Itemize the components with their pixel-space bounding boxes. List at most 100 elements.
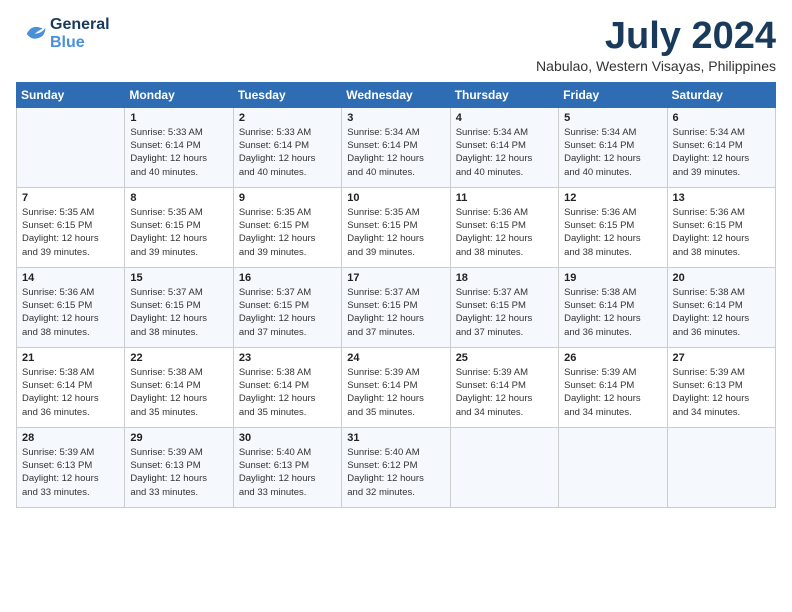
day-info: Sunrise: 5:39 AM Sunset: 6:13 PM Dayligh…: [130, 446, 227, 499]
day-info: Sunrise: 5:39 AM Sunset: 6:13 PM Dayligh…: [673, 366, 770, 419]
calendar-cell: 22 Sunrise: 5:38 AM Sunset: 6:14 PM Dayli…: [125, 347, 233, 427]
calendar-table: SundayMondayTuesdayWednesdayThursdayFrid…: [16, 82, 776, 508]
column-header-monday: Monday: [125, 82, 233, 107]
day-number: 4: [456, 112, 553, 124]
day-number: 19: [564, 272, 661, 284]
location: Nabulao, Western Visayas, Philippines: [536, 58, 776, 74]
day-info: Sunrise: 5:35 AM Sunset: 6:15 PM Dayligh…: [130, 206, 227, 259]
day-number: 2: [239, 112, 336, 124]
calendar-cell: 31Sunrise: 5:40 AM Sunset: 6:12 PM Dayli…: [342, 427, 450, 507]
column-header-sunday: Sunday: [17, 82, 125, 107]
day-info: Sunrise: 5:39 AM Sunset: 6:14 PM Dayligh…: [347, 366, 444, 419]
day-info: Sunrise: 5:36 AM Sunset: 6:15 PM Dayligh…: [22, 286, 119, 339]
calendar-cell: 12 Sunrise: 5:36 AM Sunset: 6:15 PM Dayli…: [559, 187, 667, 267]
day-info: Sunrise: 5:38 AM Sunset: 6:14 PM Dayligh…: [130, 366, 227, 419]
day-info: Sunrise: 5:39 AM Sunset: 6:13 PM Dayligh…: [22, 446, 119, 499]
calendar-cell: 30 Sunrise: 5:40 AM Sunset: 6:13 PM Dayli…: [233, 427, 341, 507]
day-number: 1: [130, 112, 227, 124]
calendar-week-row: 28 Sunrise: 5:39 AM Sunset: 6:13 PM Dayli…: [17, 427, 776, 507]
calendar-cell: 8 Sunrise: 5:35 AM Sunset: 6:15 PM Daylig…: [125, 187, 233, 267]
calendar-cell: [17, 107, 125, 187]
calendar-week-row: 7 Sunrise: 5:35 AM Sunset: 6:15 PM Daylig…: [17, 187, 776, 267]
day-info: Sunrise: 5:37 AM Sunset: 6:15 PM Dayligh…: [456, 286, 553, 339]
calendar-cell: 4Sunrise: 5:34 AM Sunset: 6:14 PM Daylig…: [450, 107, 558, 187]
day-info: Sunrise: 5:35 AM Sunset: 6:15 PM Dayligh…: [22, 206, 119, 259]
calendar-cell: 18 Sunrise: 5:37 AM Sunset: 6:15 PM Dayli…: [450, 267, 558, 347]
calendar-cell: [559, 427, 667, 507]
day-info: Sunrise: 5:38 AM Sunset: 6:14 PM Dayligh…: [564, 286, 661, 339]
month-title: July 2024: [536, 16, 776, 58]
day-number: 18: [456, 272, 553, 284]
column-header-saturday: Saturday: [667, 82, 775, 107]
calendar-cell: 1 Sunrise: 5:33 AM Sunset: 6:14 PM Daylig…: [125, 107, 233, 187]
day-info: Sunrise: 5:37 AM Sunset: 6:15 PM Dayligh…: [239, 286, 336, 339]
day-info: Sunrise: 5:36 AM Sunset: 6:15 PM Dayligh…: [456, 206, 553, 259]
calendar-cell: [450, 427, 558, 507]
calendar-cell: 21 Sunrise: 5:38 AM Sunset: 6:14 PM Dayli…: [17, 347, 125, 427]
day-info: Sunrise: 5:35 AM Sunset: 6:15 PM Dayligh…: [347, 206, 444, 259]
day-number: 26: [564, 352, 661, 364]
calendar-cell: 23Sunrise: 5:38 AM Sunset: 6:14 PM Dayli…: [233, 347, 341, 427]
calendar-cell: 3 Sunrise: 5:34 AM Sunset: 6:14 PM Daylig…: [342, 107, 450, 187]
calendar-cell: 13Sunrise: 5:36 AM Sunset: 6:15 PM Dayli…: [667, 187, 775, 267]
day-info: Sunrise: 5:40 AM Sunset: 6:13 PM Dayligh…: [239, 446, 336, 499]
calendar-cell: 19 Sunrise: 5:38 AM Sunset: 6:14 PM Dayli…: [559, 267, 667, 347]
logo: General Blue: [16, 16, 110, 51]
day-number: 7: [22, 192, 119, 204]
day-number: 30: [239, 432, 336, 444]
day-info: Sunrise: 5:38 AM Sunset: 6:14 PM Dayligh…: [22, 366, 119, 419]
calendar-cell: 6Sunrise: 5:34 AM Sunset: 6:14 PM Daylig…: [667, 107, 775, 187]
page-header: General Blue July 2024 Nabulao, Western …: [16, 16, 776, 74]
day-number: 6: [673, 112, 770, 124]
day-number: 15: [130, 272, 227, 284]
day-number: 20: [673, 272, 770, 284]
calendar-cell: 5 Sunrise: 5:34 AM Sunset: 6:14 PM Daylig…: [559, 107, 667, 187]
calendar-cell: 28 Sunrise: 5:39 AM Sunset: 6:13 PM Dayli…: [17, 427, 125, 507]
day-number: 29: [130, 432, 227, 444]
day-number: 27: [673, 352, 770, 364]
day-number: 25: [456, 352, 553, 364]
day-info: Sunrise: 5:33 AM Sunset: 6:14 PM Dayligh…: [130, 126, 227, 179]
calendar-week-row: 21 Sunrise: 5:38 AM Sunset: 6:14 PM Dayli…: [17, 347, 776, 427]
day-info: Sunrise: 5:37 AM Sunset: 6:15 PM Dayligh…: [347, 286, 444, 339]
column-header-thursday: Thursday: [450, 82, 558, 107]
calendar-cell: 20 Sunrise: 5:38 AM Sunset: 6:14 PM Dayli…: [667, 267, 775, 347]
day-number: 5: [564, 112, 661, 124]
calendar-cell: 15 Sunrise: 5:37 AM Sunset: 6:15 PM Dayli…: [125, 267, 233, 347]
day-number: 21: [22, 352, 119, 364]
calendar-cell: 27 Sunrise: 5:39 AM Sunset: 6:13 PM Dayli…: [667, 347, 775, 427]
title-block: July 2024 Nabulao, Western Visayas, Phil…: [536, 16, 776, 74]
day-info: Sunrise: 5:35 AM Sunset: 6:15 PM Dayligh…: [239, 206, 336, 259]
calendar-cell: 9Sunrise: 5:35 AM Sunset: 6:15 PM Daylig…: [233, 187, 341, 267]
calendar-cell: 2Sunrise: 5:33 AM Sunset: 6:14 PM Daylig…: [233, 107, 341, 187]
day-info: Sunrise: 5:38 AM Sunset: 6:14 PM Dayligh…: [673, 286, 770, 339]
calendar-week-row: 1 Sunrise: 5:33 AM Sunset: 6:14 PM Daylig…: [17, 107, 776, 187]
calendar-cell: 7 Sunrise: 5:35 AM Sunset: 6:15 PM Daylig…: [17, 187, 125, 267]
day-number: 8: [130, 192, 227, 204]
calendar-cell: 16Sunrise: 5:37 AM Sunset: 6:15 PM Dayli…: [233, 267, 341, 347]
day-number: 3: [347, 112, 444, 124]
day-info: Sunrise: 5:34 AM Sunset: 6:14 PM Dayligh…: [564, 126, 661, 179]
day-number: 14: [22, 272, 119, 284]
calendar-cell: [667, 427, 775, 507]
day-number: 28: [22, 432, 119, 444]
calendar-cell: 14 Sunrise: 5:36 AM Sunset: 6:15 PM Dayli…: [17, 267, 125, 347]
logo-bird-icon: [16, 18, 48, 50]
day-number: 24: [347, 352, 444, 364]
day-info: Sunrise: 5:34 AM Sunset: 6:14 PM Dayligh…: [347, 126, 444, 179]
day-info: Sunrise: 5:40 AM Sunset: 6:12 PM Dayligh…: [347, 446, 444, 499]
column-header-tuesday: Tuesday: [233, 82, 341, 107]
day-info: Sunrise: 5:39 AM Sunset: 6:14 PM Dayligh…: [456, 366, 553, 419]
day-number: 17: [347, 272, 444, 284]
day-number: 22: [130, 352, 227, 364]
column-header-friday: Friday: [559, 82, 667, 107]
calendar-cell: 10Sunrise: 5:35 AM Sunset: 6:15 PM Dayli…: [342, 187, 450, 267]
day-info: Sunrise: 5:36 AM Sunset: 6:15 PM Dayligh…: [564, 206, 661, 259]
day-info: Sunrise: 5:39 AM Sunset: 6:14 PM Dayligh…: [564, 366, 661, 419]
day-info: Sunrise: 5:37 AM Sunset: 6:15 PM Dayligh…: [130, 286, 227, 339]
calendar-cell: 26 Sunrise: 5:39 AM Sunset: 6:14 PM Dayli…: [559, 347, 667, 427]
calendar-cell: 11Sunrise: 5:36 AM Sunset: 6:15 PM Dayli…: [450, 187, 558, 267]
day-info: Sunrise: 5:38 AM Sunset: 6:14 PM Dayligh…: [239, 366, 336, 419]
column-header-wednesday: Wednesday: [342, 82, 450, 107]
day-number: 12: [564, 192, 661, 204]
